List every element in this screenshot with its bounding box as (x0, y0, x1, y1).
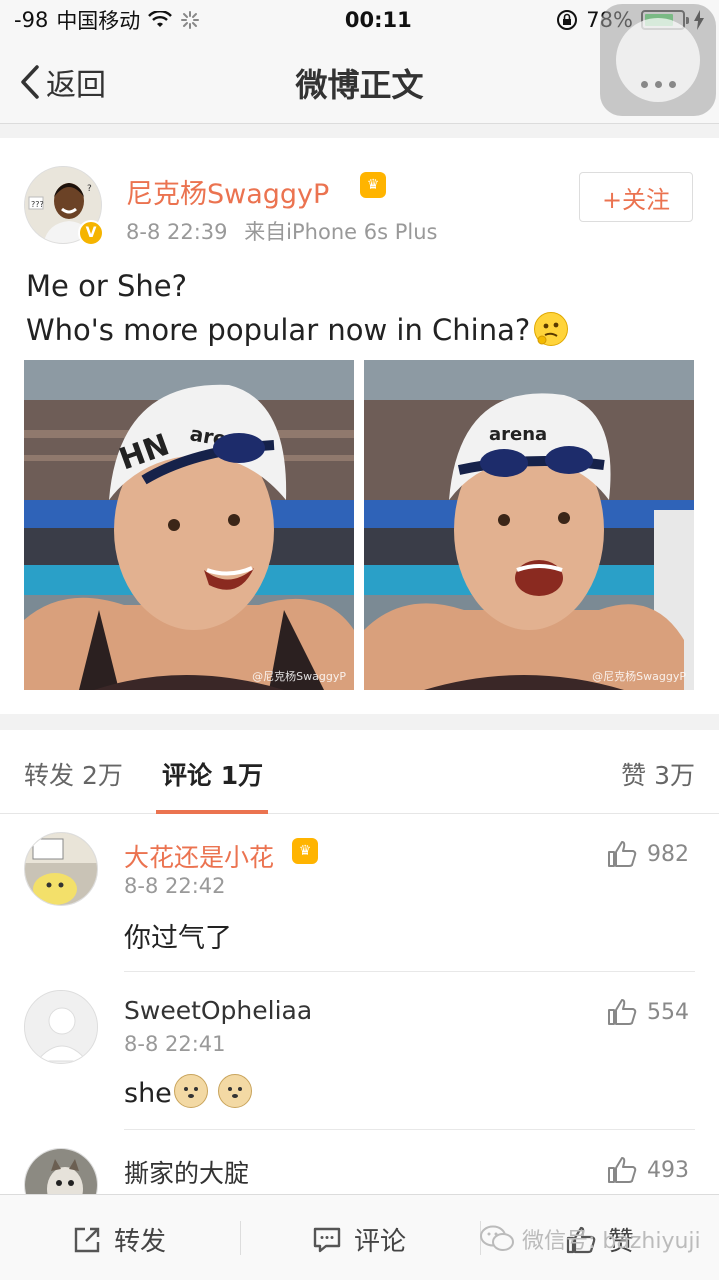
svg-text:arena: arena (489, 424, 547, 445)
commenter-avatar[interactable] (24, 1148, 98, 1194)
comment-like-button[interactable]: 554 (607, 998, 689, 1026)
wechat-logo-icon (480, 1225, 514, 1251)
commenter-avatar[interactable] (24, 832, 98, 906)
comment-time: 8-8 22:42 (124, 874, 226, 898)
assistive-touch-inner (616, 18, 700, 102)
author-name[interactable]: 尼克杨SwaggyP (126, 172, 329, 211)
signal-strength: -98 (14, 8, 49, 32)
follow-button[interactable]: +关注 (579, 172, 693, 222)
rotation-lock-icon (557, 10, 578, 30)
wifi-icon (148, 11, 173, 27)
assistive-touch-button[interactable] (600, 4, 716, 116)
comment-like-button[interactable]: 493 (607, 1156, 689, 1184)
divider (240, 1221, 241, 1255)
photo-watermark-2: @尼克杨SwaggyP (592, 670, 686, 683)
post-body: Me or She? Who's more popular now in Chi… (26, 264, 569, 352)
comment-like-count: 493 (647, 1157, 689, 1183)
comment-text: she (124, 1078, 172, 1109)
tab-repost[interactable]: 转发 2万 (24, 756, 123, 792)
photo-watermark-1: @尼克杨SwaggyP (252, 670, 346, 683)
commenter-name[interactable]: 大花还是小花 (124, 838, 274, 874)
comment-item[interactable]: SweetOpheliaa 8-8 22:41 she 554 (0, 972, 719, 1130)
status-left: -98 中国移动 (14, 5, 200, 35)
post-time: 8-8 22:39 (126, 220, 228, 244)
comment-like-count: 554 (647, 999, 689, 1025)
comment-item[interactable]: 大花还是小花 ♛ 8-8 22:42 你过气了 982 (0, 814, 719, 972)
comment-item[interactable]: 撕家的大腚 493 (0, 1130, 719, 1194)
bottom-action-bar: 转发 评论 赞 微信号: bazhiyuji (0, 1194, 719, 1280)
share-icon (74, 1227, 100, 1252)
comment-icon (313, 1227, 341, 1252)
thumbs-up-icon (608, 1157, 637, 1183)
post-tabs: 转发 2万 评论 1万 赞 3万 (0, 730, 719, 814)
verified-badge-icon: V (78, 220, 104, 246)
comment-time: 8-8 22:41 (124, 1032, 226, 1056)
post-source: 来自iPhone 6s Plus (244, 220, 438, 244)
comment-label: 评论 (354, 1227, 407, 1257)
tab-like[interactable]: 赞 3万 (621, 756, 695, 792)
tab-comment[interactable]: 评论 1万 (162, 756, 263, 792)
post-card: ??? ? V 尼克杨SwaggyP ♛ 8-8 22:39 来自iPhone … (0, 138, 719, 714)
loading-spinner-icon (181, 11, 200, 29)
svg-text:???: ??? (31, 200, 44, 209)
comment-text-wrap: she (124, 1074, 252, 1109)
repost-button[interactable]: 转发 (72, 1221, 166, 1258)
carrier-name: 中国移动 (56, 9, 141, 33)
post-text-line-2: Who's more popular now in China? (26, 313, 531, 347)
commenter-name[interactable]: SweetOpheliaa (124, 996, 312, 1025)
post-photo-1[interactable]: HN arena @尼克杨SwaggyP (24, 360, 354, 690)
more-dots-icon (640, 81, 676, 88)
thumbs-up-icon (608, 841, 637, 867)
vip-crown-icon: ♛ (292, 838, 318, 864)
thumbs-up-icon (608, 999, 637, 1025)
post-meta: 8-8 22:39 来自iPhone 6s Plus (126, 216, 437, 246)
post-text-line-2-wrap: Who's more popular now in China? (26, 308, 569, 352)
comment-button[interactable]: 评论 (312, 1221, 406, 1258)
post-photo-2[interactable]: arena @尼克杨SwaggyP (364, 360, 694, 690)
comment-text: 你过气了 (124, 923, 232, 954)
wechat-watermark: 微信号: bazhiyuji (480, 1223, 701, 1255)
comment-list: 大花还是小花 ♛ 8-8 22:42 你过气了 982 SweetOphelia… (0, 814, 719, 1194)
commenter-avatar[interactable] (24, 990, 98, 1064)
wechat-watermark-text: 微信号: bazhiyuji (522, 1229, 701, 1254)
comment-like-button[interactable]: 982 (607, 840, 689, 868)
thinking-emoji-icon (534, 312, 569, 346)
vip-crown-icon: ♛ (360, 172, 386, 198)
post-text-line-1: Me or She? (26, 269, 187, 303)
comment-like-count: 982 (647, 841, 689, 867)
doge-emoji-icon (173, 1074, 208, 1108)
doge-emoji-icon (217, 1074, 252, 1108)
status-time: 00:11 (344, 8, 412, 32)
commenter-name[interactable]: 撕家的大腚 (124, 1154, 249, 1190)
svg-text:?: ? (87, 184, 92, 194)
repost-label: 转发 (114, 1227, 167, 1257)
